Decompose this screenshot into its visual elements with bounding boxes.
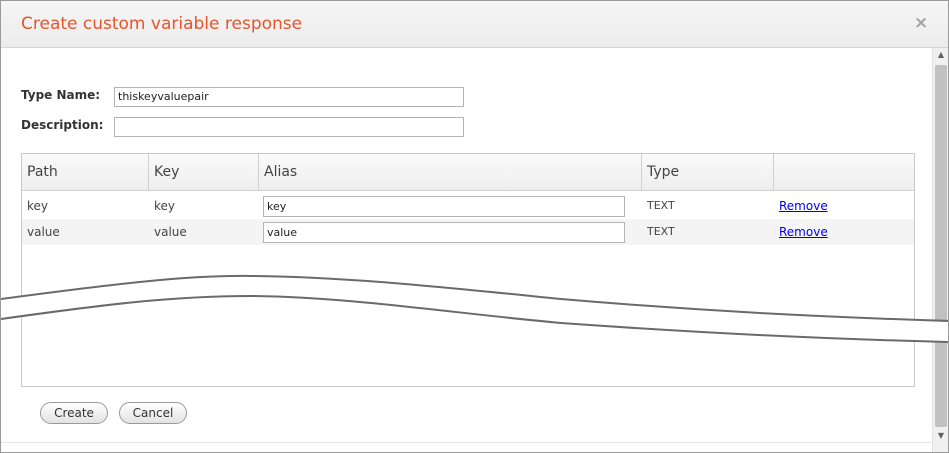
- column-header-path[interactable]: Path: [22, 154, 149, 190]
- row-path: value: [27, 225, 60, 239]
- alias-input[interactable]: value: [263, 222, 625, 243]
- grid-header: Path Key Alias Type: [22, 154, 914, 191]
- remove-link[interactable]: Remove: [779, 197, 828, 215]
- content-break-separator: [1, 274, 948, 343]
- type-name-input[interactable]: thiskeyvaluepair: [114, 87, 464, 107]
- table-row: value value value TEXT Remove: [22, 219, 914, 245]
- row-key: value: [154, 225, 187, 239]
- scrollbar-thumb[interactable]: [935, 65, 947, 427]
- table-row: key key key TEXT Remove: [22, 193, 914, 219]
- description-input[interactable]: [114, 117, 464, 137]
- close-icon[interactable]: ×: [914, 15, 928, 32]
- column-header-actions: [774, 154, 914, 190]
- row-type: TEXT: [647, 199, 675, 212]
- column-header-key[interactable]: Key: [149, 154, 259, 190]
- column-header-alias[interactable]: Alias: [259, 154, 642, 190]
- dialog-titlebar: Create custom variable response ×: [1, 1, 948, 48]
- alias-input[interactable]: key: [263, 196, 625, 217]
- type-name-label: Type Name:: [21, 88, 101, 102]
- create-custom-variable-dialog: Create custom variable response × ▲ ▼ Ty…: [0, 0, 949, 453]
- row-type: TEXT: [647, 225, 675, 238]
- description-label: Description:: [21, 118, 104, 132]
- vertical-scrollbar[interactable]: ▲ ▼: [932, 48, 948, 452]
- footer-divider: [1, 442, 931, 443]
- remove-link[interactable]: Remove: [779, 223, 828, 241]
- scroll-down-arrow-icon[interactable]: ▼: [936, 431, 946, 441]
- create-button[interactable]: Create: [40, 402, 108, 424]
- row-key: key: [154, 199, 176, 213]
- row-path: key: [27, 199, 49, 213]
- cancel-button[interactable]: Cancel: [119, 402, 187, 424]
- dialog-title: Create custom variable response: [21, 14, 303, 34]
- column-header-type[interactable]: Type: [642, 154, 774, 190]
- scroll-up-arrow-icon[interactable]: ▲: [936, 50, 946, 60]
